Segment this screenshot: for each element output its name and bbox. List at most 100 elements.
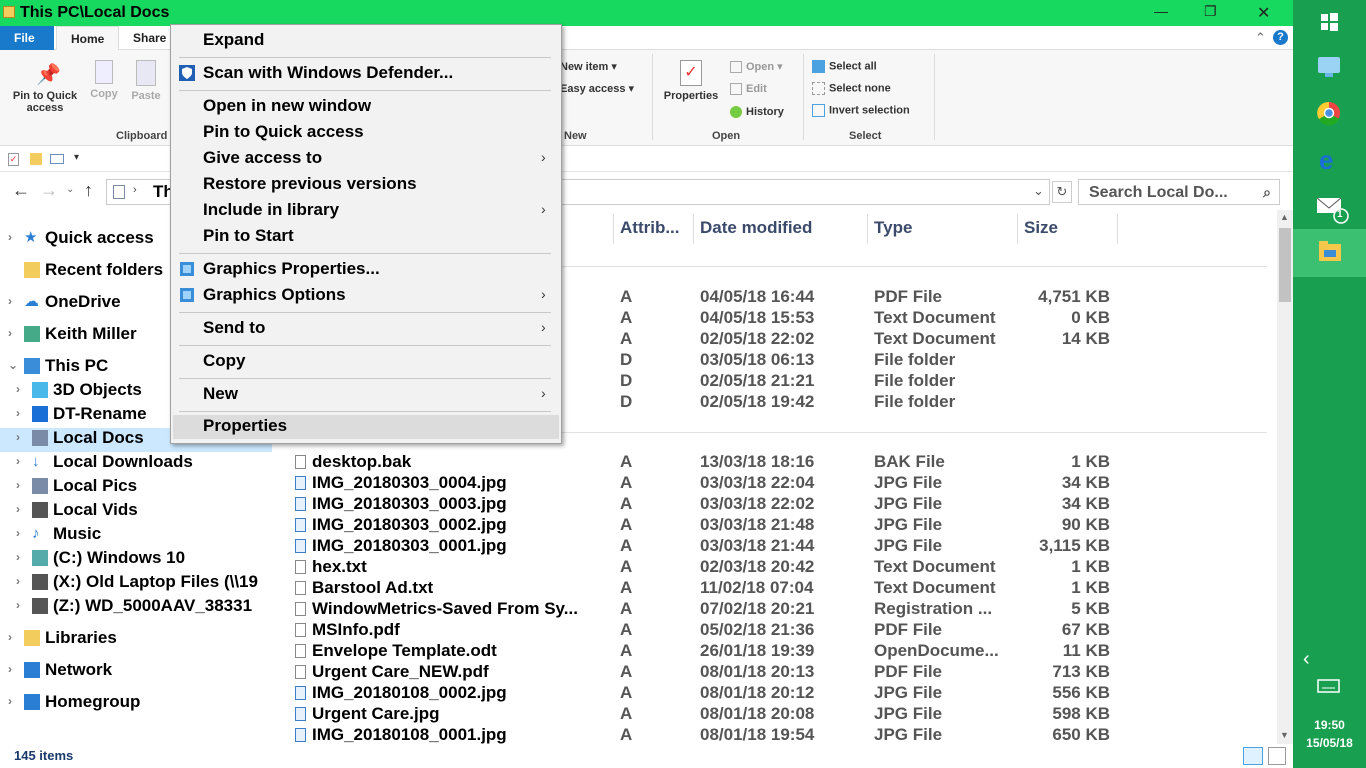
large-icons-view-icon[interactable]	[1268, 747, 1286, 765]
select-all-button[interactable]: Select all	[812, 60, 877, 73]
table-row[interactable]: Envelope Template.odt A 26/01/18 19:39 Open…	[273, 641, 1273, 662]
menu-item-send-to[interactable]: Send to ›	[171, 317, 561, 341]
start-button[interactable]	[1293, 0, 1366, 46]
column-header-date[interactable]: Date modified	[700, 218, 812, 238]
refresh-icon[interactable]: ↻	[1052, 181, 1072, 203]
rename-qat-icon[interactable]	[50, 154, 64, 164]
chevron-right-icon[interactable]: ›	[16, 502, 28, 516]
menu-item-expand[interactable]: Expand	[171, 29, 561, 53]
taskbar-app-remote[interactable]	[1293, 45, 1366, 91]
easy-access-button[interactable]: Easy access ▾	[560, 82, 634, 95]
chevron-right-icon[interactable]: ›	[8, 662, 20, 676]
table-row[interactable]: Urgent Care_NEW.pdf A 08/01/18 20:13 PDF Fi…	[273, 662, 1273, 683]
menu-item-pin-quick-access[interactable]: Pin to Quick access	[171, 121, 561, 145]
address-dropdown-icon[interactable]: ⌄	[1033, 183, 1044, 199]
select-none-button[interactable]: Select none	[812, 82, 891, 95]
menu-item-new[interactable]: New ›	[171, 383, 561, 407]
column-header-type[interactable]: Type	[874, 218, 912, 238]
nav-item[interactable]: › Local Pics	[0, 476, 272, 500]
menu-item-include-library[interactable]: Include in library ›	[171, 199, 561, 223]
table-row[interactable]: IMG_20180303_0003.jpg A 03/03/18 22:02 JPG …	[273, 494, 1273, 515]
back-icon[interactable]: ←	[12, 180, 30, 201]
column-header-size[interactable]: Size	[1024, 218, 1058, 238]
column-header-attributes[interactable]: Attrib...	[620, 218, 680, 238]
table-row[interactable]: WindowMetrics-Saved From Sy... A 07/02/18 …	[273, 599, 1273, 620]
taskbar-app-mail[interactable]: 1	[1293, 183, 1366, 229]
new-item-button[interactable]: New item ▾	[560, 60, 617, 73]
maximize-button[interactable]: ❐	[1204, 3, 1217, 20]
search-icon[interactable]: ⌕	[1263, 184, 1271, 201]
menu-item-graphics-options[interactable]: Graphics Options ›	[171, 284, 561, 308]
properties-button[interactable]: ✓ Properties	[658, 60, 724, 102]
close-button[interactable]: ✕	[1257, 3, 1270, 23]
chevron-right-icon[interactable]: ›	[8, 230, 20, 244]
taskbar-app-edge[interactable]: e	[1293, 137, 1366, 183]
menu-item-pin-start[interactable]: Pin to Start	[171, 225, 561, 249]
scrollbar-thumb[interactable]	[1279, 228, 1291, 302]
breadcrumb-chevron-icon[interactable]: ›	[133, 184, 137, 196]
copy-button[interactable]: Copy	[88, 60, 120, 100]
properties-qat-icon[interactable]: ✓	[8, 153, 19, 166]
tab-home[interactable]: Home	[56, 26, 120, 50]
table-row[interactable]: IMG_20180108_0001.jpg A 08/01/18 19:54 JPG …	[273, 725, 1273, 746]
forward-icon[interactable]: →	[40, 180, 58, 201]
minimize-button[interactable]: —	[1154, 3, 1168, 19]
scroll-up-icon[interactable]: ▲	[1280, 212, 1289, 222]
up-icon[interactable]: ↑	[84, 180, 93, 201]
table-row[interactable]: IMG_20180303_0002.jpg A 03/03/18 21:48 JPG …	[273, 515, 1273, 536]
nav-item[interactable]: › (X:) Old Laptop Files (\\19	[0, 572, 272, 596]
recent-locations-icon[interactable]: ⌄	[66, 184, 74, 195]
menu-item-scan-defender[interactable]: Scan with Windows Defender...	[171, 62, 561, 86]
system-clock[interactable]: 19:50 15/05/18	[1293, 716, 1366, 752]
history-button[interactable]: History	[730, 106, 784, 119]
menu-item-restore-versions[interactable]: Restore previous versions	[171, 173, 561, 197]
nav-item[interactable]: › (Z:) WD_5000AAV_38331	[0, 596, 272, 620]
chevron-right-icon[interactable]: ›	[16, 406, 28, 420]
nav-item[interactable]: › ♪ Music	[0, 524, 272, 548]
nav-item[interactable]: › ↓ Local Downloads	[0, 452, 272, 476]
chevron-down-icon[interactable]: ⌄	[8, 358, 20, 372]
chevron-right-icon[interactable]: ›	[8, 694, 20, 708]
invert-selection-button[interactable]: Invert selection	[812, 104, 910, 117]
table-row[interactable]: IMG_20180108_0002.jpg A 08/01/18 20:12 JPG …	[273, 683, 1273, 704]
help-icon[interactable]: ?	[1273, 30, 1288, 45]
search-input[interactable]: Search Local Do... ⌕	[1078, 179, 1280, 205]
table-row[interactable]: Urgent Care.jpg A 08/01/18 20:08 JPG File 59…	[273, 704, 1273, 725]
open-button[interactable]: Open ▾	[730, 60, 783, 74]
menu-item-properties[interactable]: Properties	[173, 415, 559, 439]
pin-quick-access-button[interactable]: 📌 Pin to Quick access	[6, 62, 84, 114]
table-row[interactable]: hex.txt A 02/03/18 20:42 Text Document 1 KB	[273, 557, 1273, 578]
chevron-right-icon[interactable]: ›	[16, 382, 28, 396]
nav-item[interactable]: › Local Vids	[0, 500, 272, 524]
table-row[interactable]: Barstool Ad.txt A 11/02/18 07:04 Text Docum…	[273, 578, 1273, 599]
chevron-right-icon[interactable]: ›	[16, 550, 28, 564]
chevron-right-icon[interactable]: ›	[16, 598, 28, 612]
menu-item-graphics-properties[interactable]: Graphics Properties...	[171, 258, 561, 282]
scroll-down-icon[interactable]: ▼	[1280, 730, 1289, 740]
nav-item[interactable]: › Network	[0, 660, 272, 684]
vertical-scrollbar[interactable]: ▲ ▼	[1277, 210, 1293, 744]
chevron-right-icon[interactable]: ›	[16, 430, 28, 444]
chevron-right-icon[interactable]: ›	[8, 630, 20, 644]
details-view-icon[interactable]	[1243, 747, 1263, 765]
table-row[interactable]: IMG_20180303_0001.jpg A 03/03/18 21:44 JPG …	[273, 536, 1273, 557]
nav-item[interactable]: › (C:) Windows 10	[0, 548, 272, 572]
chevron-right-icon[interactable]: ›	[8, 326, 20, 340]
nav-item[interactable]: › Libraries	[0, 628, 272, 652]
keyboard-icon[interactable]	[1317, 678, 1341, 694]
chevron-right-icon[interactable]: ›	[16, 574, 28, 588]
menu-item-give-access[interactable]: Give access to ›	[171, 147, 561, 171]
paste-button[interactable]: Paste	[126, 60, 166, 102]
taskbar-app-explorer[interactable]	[1293, 229, 1366, 277]
edit-button[interactable]: Edit	[730, 83, 767, 96]
menu-item-copy[interactable]: Copy	[171, 350, 561, 374]
chevron-right-icon[interactable]: ›	[16, 526, 28, 540]
taskbar-app-chrome[interactable]	[1293, 91, 1366, 137]
menu-item-open-new-window[interactable]: Open in new window	[171, 95, 561, 119]
qat-dropdown-icon[interactable]: ▾	[74, 152, 79, 163]
chevron-right-icon[interactable]: ›	[16, 478, 28, 492]
collapse-ribbon-icon[interactable]: ⌃	[1255, 30, 1266, 46]
nav-item[interactable]: › Homegroup	[0, 692, 272, 716]
table-row[interactable]: IMG_20180303_0004.jpg A 03/03/18 22:04 JPG …	[273, 473, 1273, 494]
tab-file[interactable]: File	[0, 26, 54, 50]
